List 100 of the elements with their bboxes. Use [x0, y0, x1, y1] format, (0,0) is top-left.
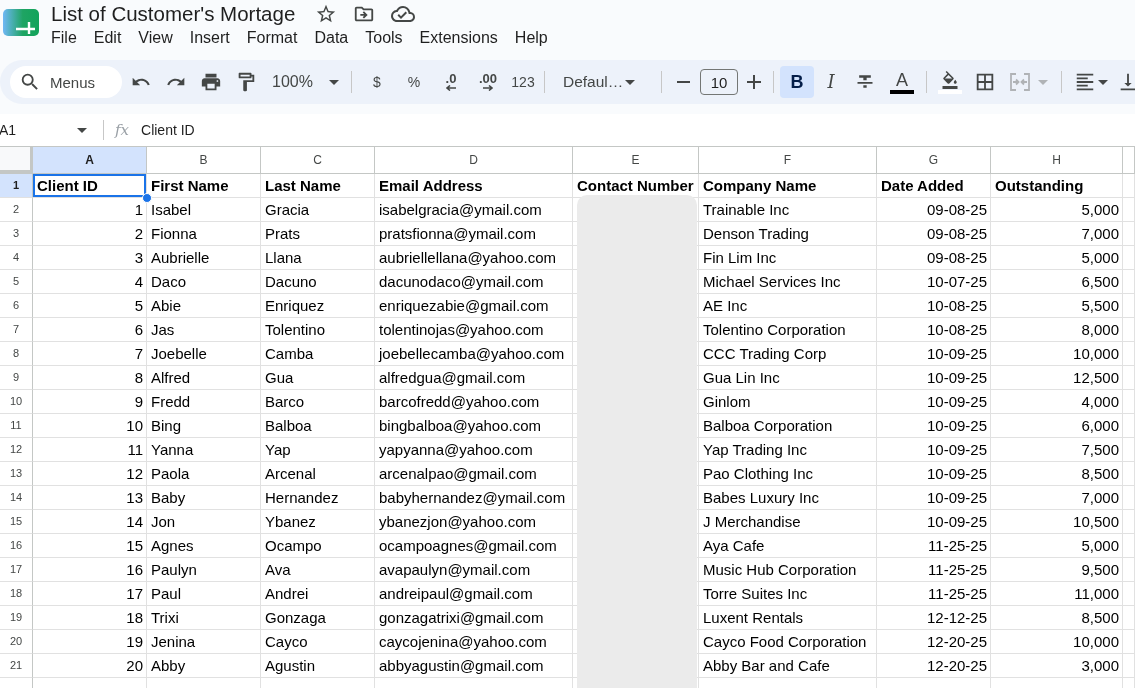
row-header[interactable]: 8: [0, 342, 33, 366]
empty-cell: [1123, 654, 1135, 678]
menu-item[interactable]: Tools: [357, 28, 411, 48]
menu-item[interactable]: File: [43, 28, 85, 48]
table-cell: 11-25-25: [877, 534, 991, 558]
row-header[interactable]: 6: [0, 294, 33, 318]
table-cell: Agnes: [147, 534, 261, 558]
row-header[interactable]: 20: [0, 630, 33, 654]
header-cell: Email Address: [375, 174, 573, 198]
menu-item[interactable]: Help: [506, 28, 556, 48]
table-cell: 09-08-25: [877, 246, 991, 270]
row-header[interactable]: 7: [0, 318, 33, 342]
left-arrow-icon: [445, 85, 457, 91]
table-cell: Abby: [147, 654, 261, 678]
empty-cell: [1123, 486, 1135, 510]
italic-button[interactable]: I: [817, 66, 845, 98]
fill-handle[interactable]: [142, 193, 152, 203]
table-cell: 8,500: [991, 606, 1123, 630]
table-cell: Trixi: [147, 606, 261, 630]
formula-value[interactable]: Client ID: [141, 122, 195, 138]
table-cell: 20: [33, 654, 147, 678]
table-cell: Ava: [261, 558, 375, 582]
document-title[interactable]: List of Customer's Mortage: [51, 1, 296, 26]
row-header[interactable]: 4: [0, 246, 33, 270]
table-cell: Tolentino Corporation: [699, 318, 877, 342]
empty-cell: [1123, 342, 1135, 366]
table-cell: Arcenal: [261, 462, 375, 486]
table-cell: Yanna: [147, 438, 261, 462]
table-cell: 10-09-25: [877, 342, 991, 366]
menu-item[interactable]: Insert: [181, 28, 238, 48]
table-cell: Gracia: [261, 198, 375, 222]
table-cell: 10-09-25: [877, 438, 991, 462]
row-header[interactable]: 9: [0, 366, 33, 390]
increase-decimal-button[interactable]: .00: [471, 66, 505, 98]
row-header[interactable]: 16: [0, 534, 33, 558]
row-header[interactable]: 3: [0, 222, 33, 246]
table-cell: 12,500: [991, 366, 1123, 390]
menu-item[interactable]: View: [130, 28, 181, 48]
column-header[interactable]: C: [261, 147, 375, 174]
menu-search-field[interactable]: Menus: [10, 66, 122, 98]
column-header[interactable]: A: [33, 147, 147, 174]
row-header[interactable]: 21: [0, 654, 33, 678]
row-header[interactable]: 2: [0, 198, 33, 222]
menu-item[interactable]: Format: [238, 28, 306, 48]
search-icon: [19, 71, 41, 93]
table-cell: Ocampo: [261, 534, 375, 558]
table-cell: caycojenina@yahoo.com: [375, 630, 573, 654]
row-header[interactable]: 14: [0, 486, 33, 510]
row-header[interactable]: 17: [0, 558, 33, 582]
table-cell: 12-20-25: [877, 630, 991, 654]
table-cell: 8,500: [991, 462, 1123, 486]
menu-item[interactable]: Data: [306, 28, 357, 48]
menu-item[interactable]: Edit: [85, 28, 130, 48]
table-cell: Ginlom: [699, 390, 877, 414]
table-cell: 6: [33, 318, 147, 342]
row-header[interactable]: 1: [0, 174, 33, 198]
row-header[interactable]: 18: [0, 582, 33, 606]
table-cell: Bing: [147, 414, 261, 438]
percent-button[interactable]: %: [397, 66, 431, 98]
table-cell: 10: [33, 414, 147, 438]
table-cell: babyhernandez@ymail.com: [375, 486, 573, 510]
right-arrow-icon: [482, 85, 494, 91]
row-header[interactable]: 12: [0, 438, 33, 462]
row-header[interactable]: 13: [0, 462, 33, 486]
column-header[interactable]: H: [991, 147, 1123, 174]
row-header[interactable]: 11: [0, 414, 33, 438]
empty-cell: [1123, 582, 1135, 606]
table-cell: Ybanez: [261, 510, 375, 534]
empty-cell: [1123, 270, 1135, 294]
number-format-button[interactable]: 123: [508, 66, 538, 98]
row-header[interactable]: 5: [0, 270, 33, 294]
font-dropdown[interactable]: Defaul…: [551, 66, 653, 98]
empty-cell: [1123, 366, 1135, 390]
column-header[interactable]: G: [877, 147, 991, 174]
font-size-field[interactable]: 10: [700, 69, 738, 95]
empty-cell: [1123, 534, 1135, 558]
row-header[interactable]: 15: [0, 510, 33, 534]
caret-icon: [1098, 79, 1108, 85]
text-color-button[interactable]: A: [885, 66, 919, 98]
row-header[interactable]: 19: [0, 606, 33, 630]
table-cell: Paola: [147, 462, 261, 486]
table-cell: 11: [33, 438, 147, 462]
table-cell: 5,000: [991, 246, 1123, 270]
table-cell: 19: [33, 630, 147, 654]
table-cell: Babes Luxury Inc: [699, 486, 877, 510]
table-cell: CCC Trading Corp: [699, 342, 877, 366]
decrease-decimal-button[interactable]: .0: [434, 66, 468, 98]
menu-item[interactable]: Extensions: [411, 28, 506, 48]
column-header[interactable]: D: [375, 147, 573, 174]
bold-button[interactable]: B: [780, 66, 814, 98]
row-header[interactable]: 10: [0, 390, 33, 414]
zoom-dropdown[interactable]: 100%: [265, 66, 343, 98]
header-cell: Date Added: [877, 174, 991, 198]
table-cell: gonzagatrixi@gmail.com: [375, 606, 573, 630]
table-cell: pratsfionna@ymail.com: [375, 222, 573, 246]
column-header[interactable]: B: [147, 147, 261, 174]
table-cell: Fin Lim Inc: [699, 246, 877, 270]
table-cell: arcenalpao@gmail.com: [375, 462, 573, 486]
table-cell: 13: [33, 486, 147, 510]
currency-button[interactable]: $: [360, 66, 394, 98]
